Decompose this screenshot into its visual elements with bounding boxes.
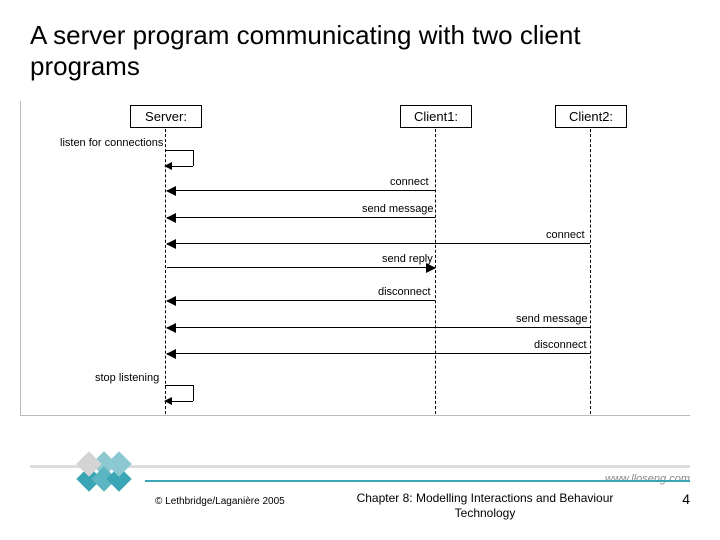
- label-stoplisten: stop listening: [95, 372, 159, 384]
- label-sendmsg1: send message: [362, 203, 434, 215]
- msg-sendmsg2: [167, 327, 590, 328]
- slide-title: A server program communicating with two …: [30, 20, 590, 82]
- copyright-text: © Lethbridge/Laganière 2005: [155, 496, 285, 507]
- diagram-outline-h1: [20, 415, 690, 416]
- page-number: 4: [682, 491, 690, 507]
- lifeline-server-dash: [165, 129, 166, 414]
- lifeline-client2-box: Client2:: [555, 105, 627, 128]
- label-disconnect1: disconnect: [378, 286, 431, 298]
- msg-disconnect2: [167, 353, 590, 354]
- diagram-outline-v1: [20, 101, 21, 415]
- chapter-text: Chapter 8: Modelling Interactions and Be…: [340, 491, 630, 520]
- msg-sendreply1: [167, 267, 435, 268]
- chapter-line-2: Technology: [455, 506, 516, 520]
- msg-connect1: [167, 190, 435, 191]
- label-sendmsg2: send message: [516, 313, 588, 325]
- deco-diamond-logo: [70, 445, 140, 495]
- msg-connect2: [167, 243, 590, 244]
- label-connect2: connect: [546, 229, 585, 241]
- lifeline-client2-dash: [590, 129, 591, 414]
- website-url: www.lloseng.com: [605, 473, 690, 485]
- deco-line-teal: [145, 480, 690, 482]
- lifeline-client1-box: Client1:: [400, 105, 472, 128]
- sequence-diagram: Server: Client1: Client2: listen for con…: [60, 105, 690, 435]
- label-sendreply1: send reply: [382, 253, 433, 265]
- msg-disconnect1: [167, 300, 435, 301]
- msg-sendmsg1: [167, 217, 435, 218]
- label-disconnect2: disconnect: [534, 339, 587, 351]
- label-listen: listen for connections: [60, 137, 163, 149]
- chapter-line-1: Chapter 8: Modelling Interactions and Be…: [357, 491, 614, 505]
- lifeline-server-box: Server:: [130, 105, 202, 128]
- label-connect1: connect: [390, 176, 429, 188]
